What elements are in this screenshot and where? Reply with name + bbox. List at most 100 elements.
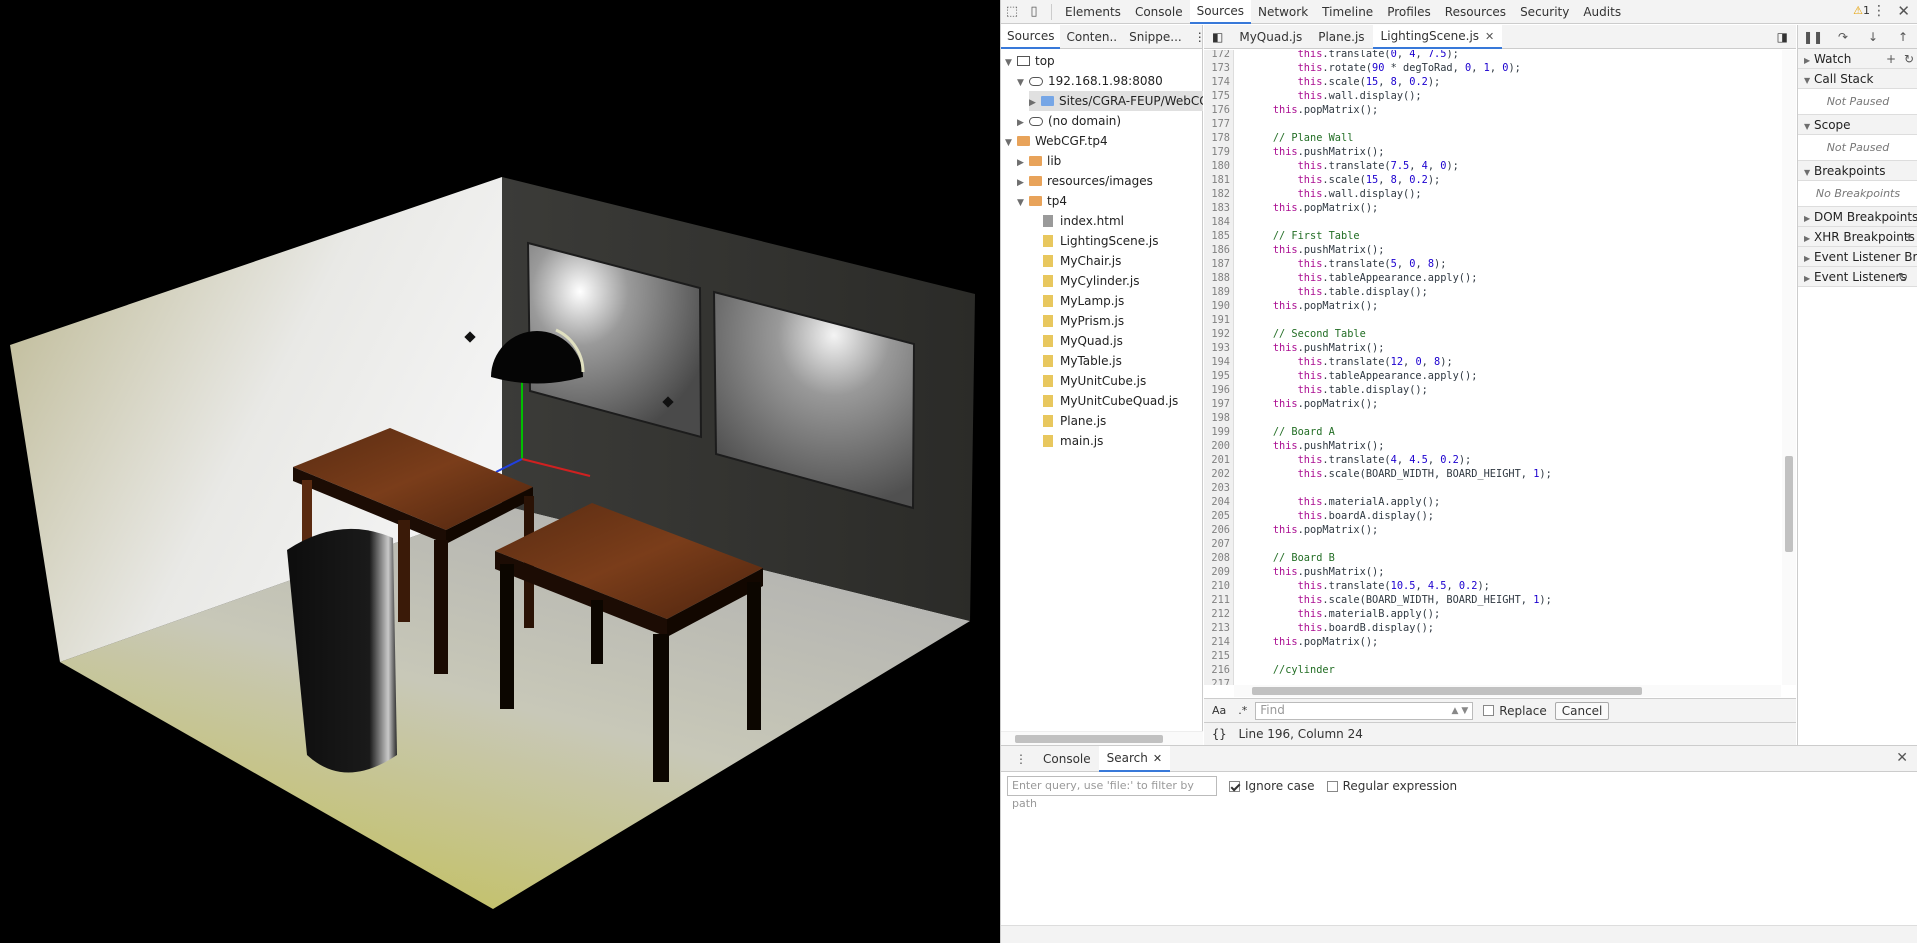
section-breakpoints[interactable]: ▼ Breakpoints [1798,161,1917,181]
line-number[interactable]: 210 [1204,579,1230,593]
step-into-icon[interactable]: ↓ [1858,30,1888,44]
tab-sources[interactable]: Sources [1189,0,1252,24]
navigator-tab-sources[interactable]: Sources [1001,24,1061,49]
line-number[interactable]: 178 [1204,131,1230,145]
section-xhr-breakpoints[interactable]: ▶ XHR Breakpoints + [1798,227,1917,247]
code-line[interactable]: 194 this.translate(12, 0, 8); [1204,355,1781,369]
line-number[interactable]: 194 [1204,355,1230,369]
navigator-tab-content-scripts[interactable]: Conten.. [1060,25,1123,49]
editor-tab-lightingscene[interactable]: LightingScene.js ✕ [1372,24,1503,49]
close-tab-icon[interactable]: ✕ [1153,752,1162,765]
section-call-stack[interactable]: ▼ Call Stack [1798,69,1917,89]
replace-toggle[interactable]: Replace [1483,704,1547,718]
line-number[interactable]: 185 [1204,229,1230,243]
webgl-canvas[interactable] [0,0,1000,943]
line-number[interactable]: 201 [1204,453,1230,467]
code-line[interactable]: 182 this.wall.display(); [1204,187,1781,201]
code-line[interactable]: 196 this.table.display(); [1204,383,1781,397]
code-line[interactable]: 212 this.materialB.apply(); [1204,607,1781,621]
code-line[interactable]: 172 this.translate(0, 4, 7.5); [1204,50,1781,61]
device-mode-icon[interactable]: ▯ [1023,1,1045,23]
code-line[interactable]: 193 this.pushMatrix(); [1204,341,1781,355]
line-number[interactable]: 212 [1204,607,1230,621]
add-watch-icon[interactable]: + [1886,49,1896,68]
line-number[interactable]: 172 [1204,50,1230,61]
line-number[interactable]: 216 [1204,663,1230,677]
tree-item-tp4[interactable]: ▼ tp4 [1017,191,1067,211]
tab-timeline[interactable]: Timeline [1315,0,1380,24]
tree-file-plane[interactable]: Plane.js [1043,411,1106,431]
line-number[interactable]: 182 [1204,187,1230,201]
tree-file-mychair[interactable]: MyChair.js [1043,251,1121,271]
regex-toggle[interactable]: .* [1238,704,1247,717]
line-number[interactable]: 204 [1204,495,1230,509]
tab-audits[interactable]: Audits [1576,0,1628,24]
tree-file-mycylinder[interactable]: MyCylinder.js [1043,271,1139,291]
line-number[interactable]: 190 [1204,299,1230,313]
code-line[interactable]: 173 this.rotate(90 * degToRad, 0, 1, 0); [1204,61,1781,75]
code-line[interactable]: 213 this.boardB.display(); [1204,621,1781,635]
code-line[interactable]: 199 // Board A [1204,425,1781,439]
code-line[interactable]: 192 // Second Table [1204,327,1781,341]
pretty-print-button[interactable]: {} [1212,727,1226,741]
line-number[interactable]: 200 [1204,439,1230,453]
tree-item-resources[interactable]: ▶ resources/images [1017,171,1153,191]
code-line[interactable]: 201 this.translate(4, 4.5, 0.2); [1204,453,1781,467]
step-over-icon[interactable]: ↷ [1828,30,1858,44]
code-line[interactable]: 180 this.translate(7.5, 4, 0); [1204,159,1781,173]
tab-profiles[interactable]: Profiles [1380,0,1438,24]
pause-icon[interactable]: ❚❚ [1798,30,1828,44]
line-number[interactable]: 192 [1204,327,1230,341]
line-number[interactable]: 173 [1204,61,1230,75]
code-line[interactable]: 178 // Plane Wall [1204,131,1781,145]
regex-checkbox[interactable] [1326,780,1338,792]
code-line[interactable]: 175 this.wall.display(); [1204,89,1781,103]
section-watch[interactable]: ▶ Watch + ↻ [1798,49,1917,69]
section-event-listeners[interactable]: ▶ Event Listeners ↻ [1798,267,1917,287]
tree-file-myunitcubequad[interactable]: MyUnitCubeQuad.js [1043,391,1178,411]
regex-option[interactable]: Regular expression [1326,779,1457,793]
line-number[interactable]: 181 [1204,173,1230,187]
line-number[interactable]: 211 [1204,593,1230,607]
tree-file-myquad[interactable]: MyQuad.js [1043,331,1123,351]
code-line[interactable]: 217 [1204,677,1781,685]
code-line[interactable]: 190 this.popMatrix(); [1204,299,1781,313]
line-number[interactable]: 215 [1204,649,1230,663]
line-number[interactable]: 177 [1204,117,1230,131]
line-number[interactable]: 195 [1204,369,1230,383]
tree-item-origin[interactable]: ▼ 192.168.1.98:8080 [1017,71,1163,91]
toggle-navigator-icon[interactable]: ◧ [1204,25,1231,49]
tree-file-mylamp[interactable]: MyLamp.js [1043,291,1124,311]
line-number[interactable]: 174 [1204,75,1230,89]
line-number[interactable]: 189 [1204,285,1230,299]
line-number[interactable]: 180 [1204,159,1230,173]
toggle-debugger-icon[interactable]: ◨ [1769,25,1796,49]
code-line[interactable]: 200 this.pushMatrix(); [1204,439,1781,453]
match-case-toggle[interactable]: Aa [1212,704,1226,717]
warning-counter[interactable]: ⚠1 [1853,4,1870,17]
code-line[interactable]: 183 this.popMatrix(); [1204,201,1781,215]
code-line[interactable]: 179 this.pushMatrix(); [1204,145,1781,159]
tab-console[interactable]: Console [1128,0,1190,24]
find-input[interactable]: Find ▲ ▼ [1255,701,1474,720]
line-number[interactable]: 186 [1204,243,1230,257]
tab-resources[interactable]: Resources [1438,0,1513,24]
line-number[interactable]: 203 [1204,481,1230,495]
line-number[interactable]: 205 [1204,509,1230,523]
tab-network[interactable]: Network [1251,0,1315,24]
code-line[interactable]: 181 this.scale(15, 8, 0.2); [1204,173,1781,187]
code-line[interactable]: 186 this.pushMatrix(); [1204,243,1781,257]
line-number[interactable]: 187 [1204,257,1230,271]
code-line[interactable]: 174 this.scale(15, 8, 0.2); [1204,75,1781,89]
line-number[interactable]: 188 [1204,271,1230,285]
code-line[interactable]: 208 // Board B [1204,551,1781,565]
tree-item-top[interactable]: ▼ top [1005,51,1055,71]
code-line[interactable]: 176 this.popMatrix(); [1204,103,1781,117]
inspect-element-icon[interactable]: ⬚ [1001,1,1023,23]
line-number[interactable]: 202 [1204,467,1230,481]
line-number[interactable]: 175 [1204,89,1230,103]
code-line[interactable]: 202 this.scale(BOARD_WIDTH, BOARD_HEIGHT… [1204,467,1781,481]
code-line[interactable]: 210 this.translate(10.5, 4.5, 0.2); [1204,579,1781,593]
code-line[interactable]: 195 this.tableAppearance.apply(); [1204,369,1781,383]
search-query-input[interactable]: Enter query, use 'file:' to filter by pa… [1007,776,1217,810]
